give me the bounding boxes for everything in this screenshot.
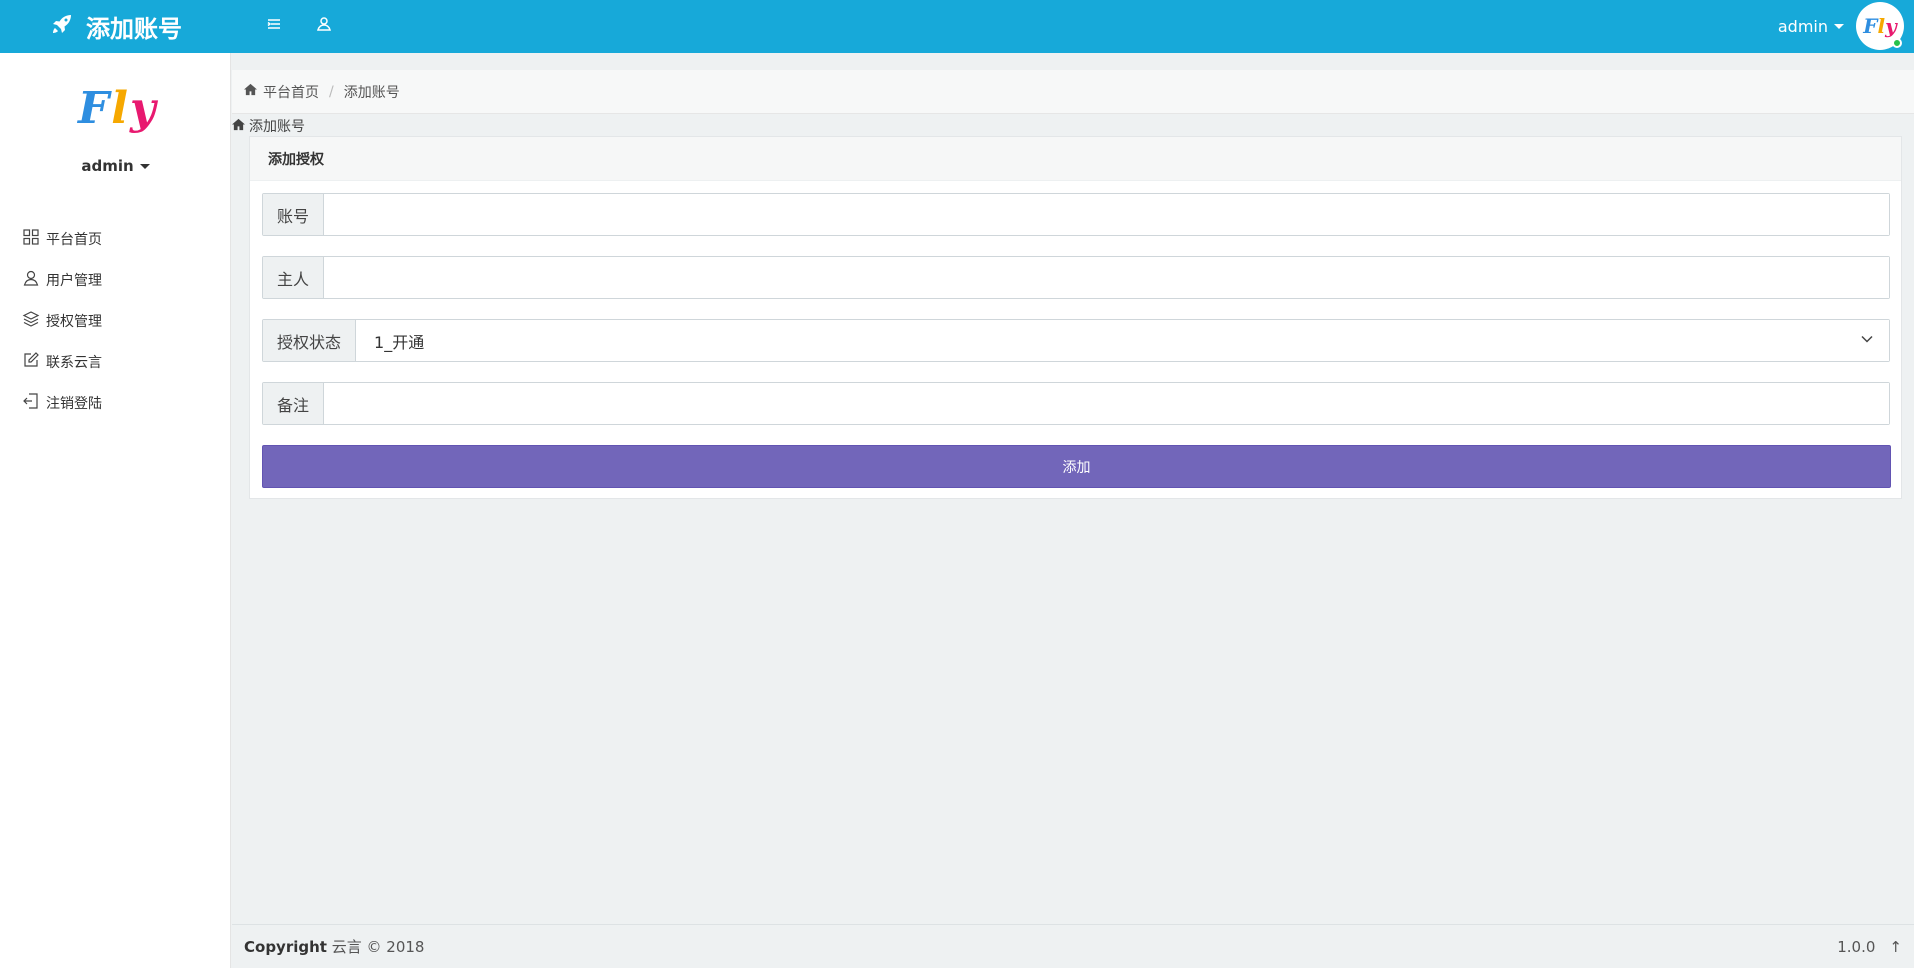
status-select-value: 1_开通 [374, 332, 425, 352]
owner-label: 主人 [263, 257, 325, 298]
sidebar-item-logout[interactable]: 注销登陆 [22, 382, 102, 423]
owner-input[interactable] [324, 257, 1889, 298]
remark-label: 备注 [263, 383, 325, 424]
username: admin [1777, 17, 1828, 36]
breadcrumb-home-link[interactable]: 平台首页 [263, 82, 319, 102]
panel-title: 添加授权 [250, 137, 1901, 181]
sidebar-username: admin [81, 157, 134, 175]
sidebar-item-label: 联系云言 [46, 354, 102, 371]
version: 1.0.0 [1837, 937, 1876, 956]
chevron-down-icon [1859, 331, 1875, 351]
scroll-top-arrow-icon[interactable]: ↑ [1889, 938, 1902, 956]
account-input[interactable] [324, 194, 1889, 235]
logout-icon [22, 392, 40, 414]
section-heading: 添加账号 [232, 116, 305, 136]
logo-letter-f: F [78, 83, 112, 134]
add-button[interactable]: 添加 [262, 445, 1891, 488]
sidebar-item-label: 用户管理 [46, 272, 102, 289]
copyright-bold: Copyright [244, 938, 327, 956]
menu-toggle-icon[interactable] [262, 12, 286, 36]
account-field-group: 账号 [262, 193, 1890, 236]
sidebar-item-label: 平台首页 [46, 231, 102, 248]
brand[interactable]: 添加账号 [50, 0, 182, 53]
sidebar-item-label: 注销登陆 [46, 395, 102, 412]
avatar-letter-y: y [1885, 14, 1897, 38]
remark-field-group: 备注 [262, 382, 1890, 425]
sidebar-item-label: 授权管理 [46, 313, 102, 330]
breadcrumb-separator: / [329, 83, 334, 100]
logo-letter-y: y [129, 83, 158, 134]
account-label: 账号 [263, 194, 325, 235]
section-heading-text: 添加账号 [249, 119, 305, 135]
breadcrumb-current: 添加账号 [343, 84, 400, 101]
status-select[interactable]: 1_开通 [356, 320, 1889, 361]
sidebar-item-contact[interactable]: 联系云言 [22, 341, 102, 382]
layers-icon [22, 310, 40, 332]
page-title: 添加账号 [86, 15, 182, 43]
user-icon [22, 269, 40, 291]
grid-icon [22, 228, 40, 250]
sidebar-item-auth[interactable]: 授权管理 [22, 300, 102, 341]
online-status-dot [1892, 38, 1902, 48]
owner-field-group: 主人 [262, 256, 1890, 299]
breadcrumb: 平台首页 / 添加账号 [232, 70, 1914, 114]
caret-down-icon [139, 163, 150, 169]
logo: Fly [78, 83, 158, 134]
home-icon [244, 83, 257, 100]
copyright: Copyright 云言 © 2018 [244, 936, 424, 957]
sidebar-user-menu[interactable]: admin [0, 157, 231, 175]
copyright-text: 云言 © 2018 [326, 938, 425, 956]
caret-down-icon [1834, 24, 1844, 29]
sidebar-nav: 平台首页 用户管理 授权管理 联系云言 注销登陆 [22, 218, 102, 423]
status-field-group: 授权状态 1_开通 [262, 319, 1890, 362]
avatar[interactable]: Fly [1856, 2, 1904, 50]
logo-letter-l: l [111, 83, 130, 134]
add-auth-panel: 添加授权 账号 主人 授权状态 1_开通 备注 添加 [249, 136, 1902, 499]
home-icon [232, 118, 245, 135]
user-menu[interactable]: admin [1778, 0, 1844, 53]
avatar-letter-f: F [1863, 14, 1878, 38]
top-navbar: 添加账号 admin Fly [0, 0, 1914, 53]
edit-icon [22, 351, 40, 373]
sidebar-item-users[interactable]: 用户管理 [22, 259, 102, 300]
sidebar: Fly admin 平台首页 用户管理 授权管理 联系云言 注销登陆 [0, 53, 231, 968]
sidebar-item-home[interactable]: 平台首页 [22, 218, 102, 259]
rocket-icon [50, 12, 74, 42]
remark-input[interactable] [324, 383, 1889, 424]
avatar-letter-l: l [1877, 14, 1886, 38]
status-label: 授权状态 [263, 320, 357, 361]
footer: Copyright 云言 © 2018 1.0.0 ↑ [232, 924, 1914, 968]
user-icon[interactable] [312, 12, 336, 36]
